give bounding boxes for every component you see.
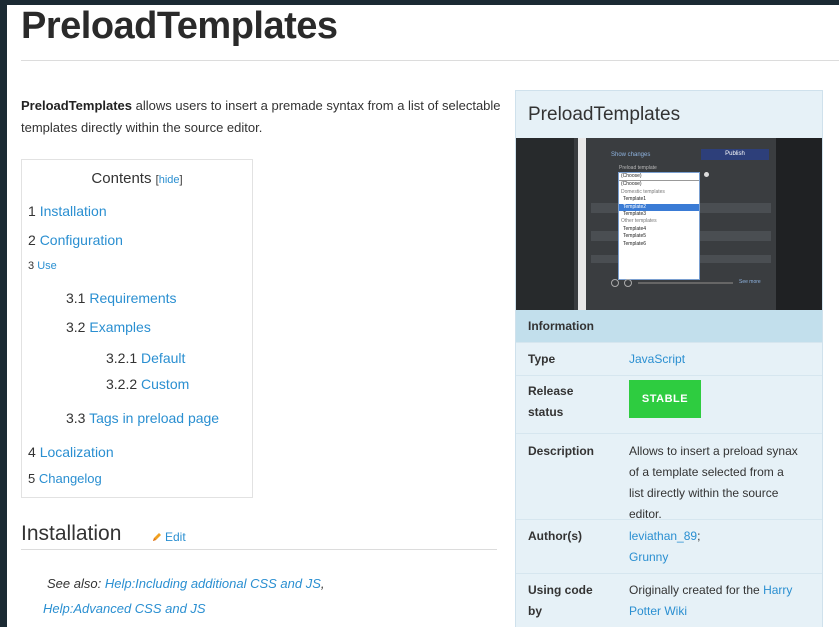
installation-heading: Installation bbox=[21, 522, 122, 545]
page-title: PreloadTemplates bbox=[21, 5, 338, 47]
type-value-link[interactable]: JavaScript bbox=[629, 352, 685, 366]
toc-hide-toggle: [hide] bbox=[155, 174, 183, 186]
toc-item-default[interactable]: 3.2.1 Default bbox=[106, 350, 185, 366]
toc-item-use[interactable]: 3 Use bbox=[28, 260, 57, 272]
pencil-icon bbox=[153, 533, 161, 541]
toc-hide-link[interactable]: hide bbox=[159, 174, 180, 186]
infobox-title: PreloadTemplates bbox=[528, 104, 681, 125]
shot-dropdown-list: (Choose) (Choose) Domestic templates Tem… bbox=[618, 172, 700, 280]
toc-header: Contents [hide] bbox=[22, 170, 252, 187]
toc-item-requirements[interactable]: 3.1 Requirements bbox=[66, 290, 177, 306]
status-badge: STABLE bbox=[629, 380, 701, 418]
table-of-contents: Contents [hide] 1 Installation 2 Configu… bbox=[21, 159, 253, 498]
shot-dropdown-label: Preload template bbox=[619, 165, 657, 171]
edit-label[interactable]: Edit bbox=[165, 530, 186, 544]
article-page: PreloadTemplates PreloadTemplates allows… bbox=[7, 5, 839, 627]
author-link-leviathan[interactable]: leviathan_89 bbox=[629, 529, 697, 543]
description-value: Allows to insert a preload synax of a te… bbox=[629, 444, 798, 521]
intro-paragraph: PreloadTemplates allows users to insert … bbox=[21, 95, 501, 139]
author-link-grunny[interactable]: Grunny bbox=[629, 550, 668, 564]
intro-bold: PreloadTemplates bbox=[21, 98, 133, 113]
infobox-row-release: Release status STABLE bbox=[516, 375, 822, 434]
section-divider bbox=[21, 549, 497, 550]
toc-item-localization[interactable]: 4 Localization bbox=[28, 444, 114, 460]
see-also-note: See also: Help:Including additional CSS … bbox=[43, 576, 325, 616]
toc-item-changelog[interactable]: 5 Changelog bbox=[28, 471, 102, 486]
title-divider bbox=[21, 60, 839, 61]
toc-item-configuration[interactable]: 2 Configuration bbox=[28, 232, 123, 248]
infobox-row-description: Description Allows to insert a preload s… bbox=[516, 433, 822, 521]
infobox-row-type: Type JavaScript bbox=[516, 342, 822, 376]
toc-item-examples[interactable]: 3.2 Examples bbox=[66, 319, 151, 335]
link-advanced-css-js[interactable]: Help:Advanced CSS and JS bbox=[43, 601, 206, 616]
toc-item-tags[interactable]: 3.3 Tags in preload page bbox=[66, 410, 219, 426]
toc-item-installation[interactable]: 1 Installation bbox=[28, 203, 107, 219]
infobox-row-using-code: Using code by Originally created for the… bbox=[516, 573, 822, 627]
using-code-label: Using code by bbox=[528, 583, 593, 618]
link-including-css-js[interactable]: Help:Including additional CSS and JS bbox=[105, 576, 321, 591]
toc-heading: Contents bbox=[91, 170, 152, 187]
shot-footer-link: See more bbox=[739, 279, 761, 285]
infobox-row-authors: Author(s) leviathan_89; Grunny bbox=[516, 519, 822, 574]
infobox-screenshot: Show changes Publish Preload template (C… bbox=[516, 138, 822, 310]
release-label: Release status bbox=[528, 384, 574, 419]
edit-link[interactable]: Edit bbox=[151, 530, 186, 544]
infobox: PreloadTemplates Show changes Publish Pr… bbox=[515, 90, 823, 627]
type-label: Type bbox=[528, 352, 556, 366]
description-label: Description bbox=[528, 444, 595, 458]
shot-show-changes: Show changes bbox=[611, 152, 651, 158]
toc-item-custom[interactable]: 3.2.2 Custom bbox=[106, 376, 189, 392]
shot-publish-button: Publish bbox=[701, 149, 769, 160]
infobox-section-information: Information bbox=[516, 310, 822, 342]
authors-label: Author(s) bbox=[528, 529, 582, 543]
